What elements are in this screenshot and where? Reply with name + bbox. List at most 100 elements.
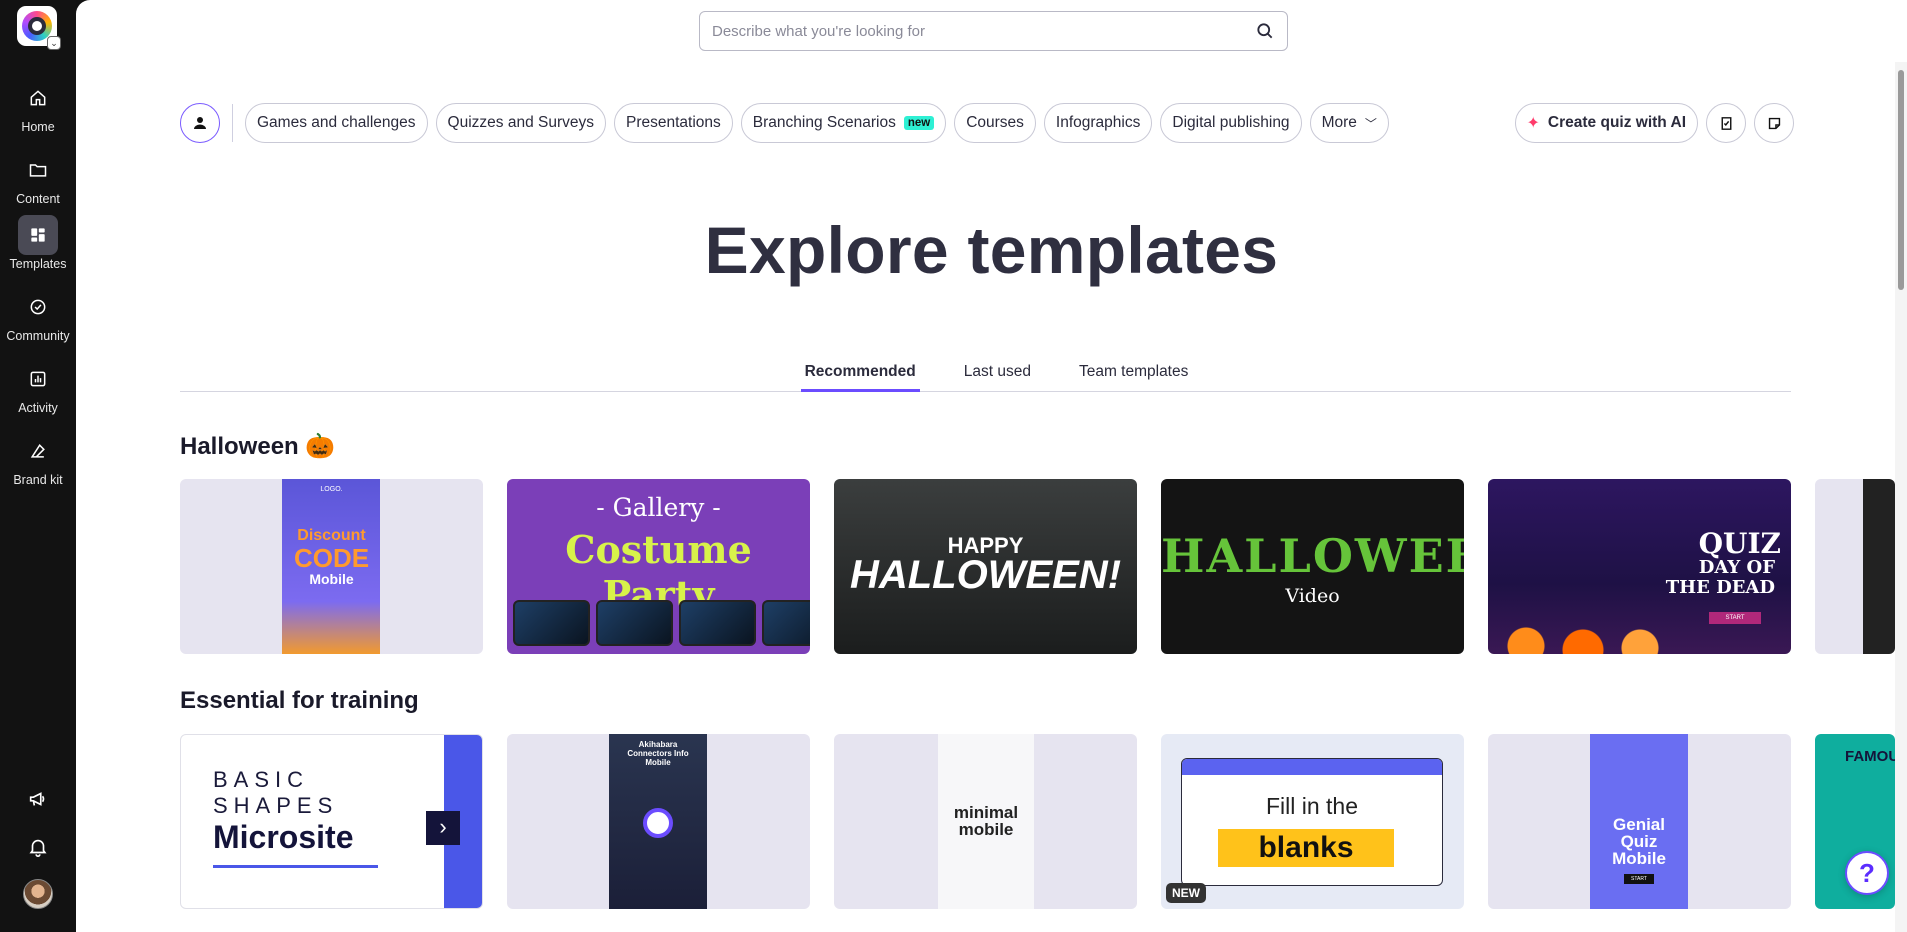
megaphone-icon (29, 792, 45, 806)
profile-button[interactable] (0, 879, 76, 909)
chip-more[interactable]: More ﹀ (1309, 103, 1389, 143)
card-text: BASIC SHAPES (213, 767, 339, 818)
template-tabs: Recommended Last used Team templates (180, 360, 1791, 392)
card-text: Fill in the (1265, 793, 1359, 819)
sidebar-item-community[interactable]: Community (0, 287, 76, 351)
user-icon (194, 117, 206, 129)
card-text: - Gallery - (596, 493, 721, 522)
create-quiz-ai-button[interactable]: ✦ Create quiz with AI (1514, 103, 1698, 143)
sidebar-item-content[interactable]: Content (0, 150, 76, 214)
card-start-button: START (1709, 612, 1761, 624)
tab-last-used[interactable]: Last used (960, 360, 1035, 392)
template-card[interactable] (1815, 479, 1895, 654)
template-card[interactable]: LOGO. Discount CODE Mobile (180, 479, 483, 654)
sidebar-item-activity[interactable]: Activity (0, 359, 76, 423)
sidebar-item-label: Templates (9, 257, 67, 271)
card-thumbnails (513, 600, 810, 646)
template-card[interactable]: BASIC SHAPES Microsite › (180, 734, 483, 909)
chevron-down-icon[interactable]: ⌄ (47, 36, 61, 50)
template-card[interactable]: - Gallery - Costume Party (507, 479, 810, 654)
chip-label: Branching Scenarios (752, 114, 896, 131)
chip-label: Presentations (626, 114, 721, 131)
card-text: FAMOU (1845, 748, 1895, 765)
card-text: CODE (293, 543, 370, 573)
sidebar-item-home[interactable]: Home (0, 78, 76, 142)
tab-recommended[interactable]: Recommended (800, 360, 920, 392)
sidebar-item-label: Community (6, 329, 70, 343)
card-preview: Fill in the blanks (1181, 758, 1443, 886)
header-actions: ✦ Create quiz with AI (1514, 103, 1794, 143)
chip-games-and-challenges[interactable]: Games and challenges (245, 103, 428, 143)
card-text: HALLOWEEN (1161, 529, 1464, 583)
note-icon (1768, 117, 1780, 129)
card-text: HALLOWEEN! (849, 553, 1122, 597)
section-title-halloween: Halloween 🎃 (180, 433, 336, 460)
category-chips: Games and challenges Quizzes and Surveys… (180, 103, 1389, 143)
bell-icon (29, 839, 47, 857)
import-icon (1721, 116, 1731, 130)
import-button[interactable] (1706, 103, 1746, 143)
chip-label: Quizzes and Surveys (447, 114, 595, 131)
card-start-button: START (1624, 874, 1654, 884)
chevron-right-icon: › (426, 811, 460, 845)
template-card[interactable]: Fill in the blanks NEW (1161, 734, 1464, 909)
sidebar-item-label: Content (16, 192, 60, 206)
sparkle-icon: ✦ (1526, 115, 1540, 132)
template-card[interactable]: minimal mobile (834, 734, 1137, 909)
chip-label: Infographics (1055, 114, 1141, 131)
app-logo[interactable]: ⌄ (17, 6, 61, 50)
scrollbar-thumb[interactable] (1898, 70, 1904, 290)
template-card[interactable]: Akihabara Connectors Info Mobile (507, 734, 810, 909)
card-text: Video (1285, 585, 1340, 607)
notifications-button[interactable] (0, 836, 76, 858)
blank-creation-button[interactable] (1754, 103, 1794, 143)
section-title-essential-training: Essential for training (180, 687, 419, 714)
chip-presentations[interactable]: Presentations (614, 103, 733, 143)
folder-icon (18, 150, 58, 190)
chip-digital-publishing[interactable]: Digital publishing (1160, 103, 1302, 143)
search-bar[interactable] (699, 11, 1288, 51)
chip-label: Digital publishing (1172, 114, 1290, 131)
card-decoration (643, 808, 673, 838)
card-text: QUIZ (1698, 527, 1781, 560)
sidebar-item-label: Brand kit (13, 473, 63, 487)
card-text: LOGO. (320, 486, 343, 493)
create-quiz-ai-label: Create quiz with AI (1547, 114, 1686, 131)
template-card[interactable]: HALLOWEEN Video (1161, 479, 1464, 654)
my-templates-button[interactable] (180, 103, 220, 143)
template-card[interactable]: QUIZ DAY OF THE DEAD START (1488, 479, 1791, 654)
chip-label: Courses (966, 114, 1024, 131)
chip-infographics[interactable]: Infographics (1043, 103, 1153, 143)
chip-quizzes-and-surveys[interactable]: Quizzes and Surveys (435, 103, 607, 143)
main-content: Games and challenges Quizzes and Surveys… (76, 0, 1907, 932)
chip-label: More (1321, 114, 1357, 131)
new-badge: new (903, 116, 935, 130)
chip-branching-scenarios[interactable]: Branching Scenarios new (740, 103, 947, 143)
page-title: Explore templates (704, 213, 1279, 287)
card-decoration (213, 865, 378, 868)
new-badge: NEW (1166, 883, 1206, 903)
search-input[interactable] (712, 22, 1255, 40)
sidebar: ⌄ Home Content Templates Community Activ… (0, 0, 76, 932)
chip-courses[interactable]: Courses (954, 103, 1036, 143)
card-text: DAY OF (1698, 557, 1775, 578)
search-icon[interactable] (1255, 21, 1275, 41)
activity-icon (18, 359, 58, 399)
card-text: THE DEAD (1665, 577, 1775, 598)
announcements-button[interactable] (0, 788, 76, 810)
tab-team-templates[interactable]: Team templates (1075, 360, 1192, 392)
sidebar-item-brand-kit[interactable]: Brand kit (0, 431, 76, 495)
templates-icon (18, 215, 58, 255)
avatar (23, 879, 53, 909)
sidebar-item-templates[interactable]: Templates (0, 215, 76, 279)
template-card[interactable]: HAPPY HALLOWEEN! (834, 479, 1137, 654)
card-text: blanks (1218, 829, 1394, 867)
template-card[interactable]: Genial Quiz Mobile START (1488, 734, 1791, 909)
community-icon (18, 287, 58, 327)
scrollbar[interactable] (1895, 62, 1907, 932)
help-button[interactable]: ? (1845, 851, 1889, 895)
divider (232, 104, 233, 142)
chip-label: Games and challenges (257, 114, 416, 131)
card-text: minimal mobile (953, 803, 1019, 839)
card-text: Akihabara Connectors Info Mobile (627, 740, 689, 767)
